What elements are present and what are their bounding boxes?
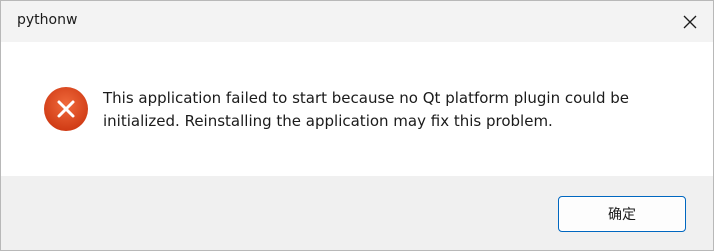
error-message: This application failed to start because… xyxy=(103,89,630,130)
window-title: pythonw xyxy=(17,12,78,28)
error-icon xyxy=(43,86,89,132)
dialog-footer: 确定 xyxy=(1,176,713,250)
close-button[interactable] xyxy=(667,1,713,42)
error-dialog-window: pythonw This application failed to start… xyxy=(0,0,714,251)
title-bar[interactable]: pythonw xyxy=(1,1,713,42)
ok-button[interactable]: 确定 xyxy=(558,196,686,232)
close-icon xyxy=(683,15,697,29)
dialog-content: This application failed to start because… xyxy=(1,42,713,176)
